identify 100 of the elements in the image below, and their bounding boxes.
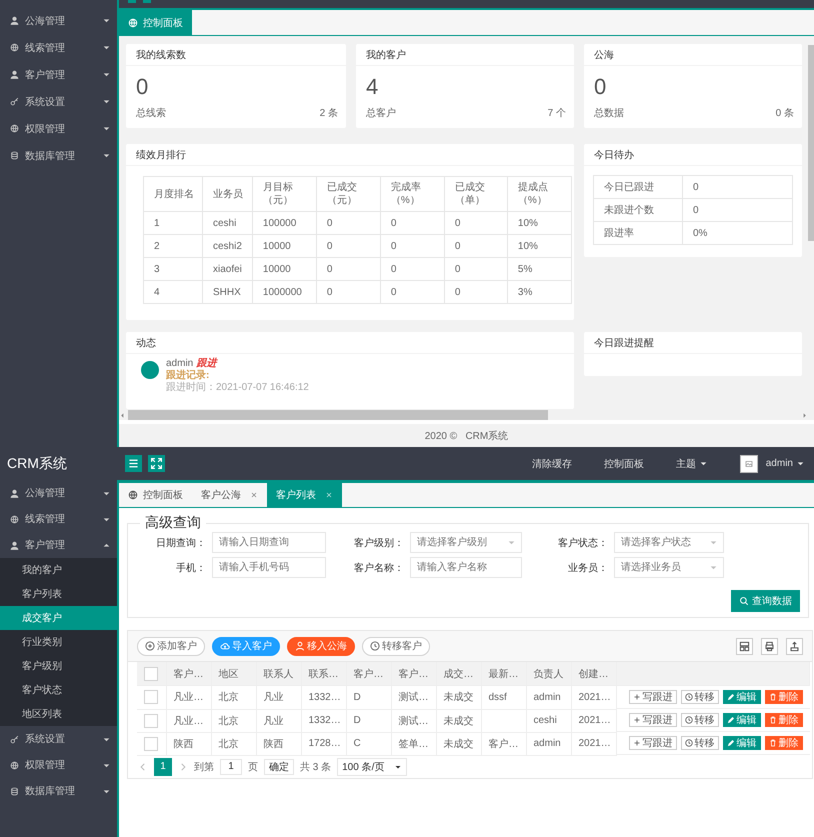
columns-icon xyxy=(739,640,750,652)
confirm-button[interactable]: 确定 xyxy=(264,758,294,774)
table-cell: 2021… xyxy=(578,738,611,749)
activity-user: admin xyxy=(166,358,194,369)
row-checkbox[interactable] xyxy=(144,690,158,704)
submenu-item[interactable]: 客户级别 xyxy=(0,654,117,678)
toolbar-button[interactable]: 转移客户 xyxy=(362,636,430,656)
user-menu[interactable]: admin xyxy=(766,458,805,469)
sidebar-item[interactable]: 系统设置 xyxy=(0,726,117,752)
tab[interactable]: 控制面板 xyxy=(119,10,192,35)
row-action-button[interactable]: 编辑 xyxy=(722,736,760,750)
submenu-item[interactable]: 我的客户 xyxy=(0,558,117,582)
select-field[interactable]: 请选择客户状态 xyxy=(614,532,724,553)
trash-icon xyxy=(768,739,776,747)
search-button[interactable]: 查询数据 xyxy=(731,590,800,612)
row-action-button[interactable]: 转移 xyxy=(680,690,718,704)
sidebar-item[interactable]: 权限管理 xyxy=(0,115,117,142)
menu-button[interactable] xyxy=(125,455,142,472)
column-header[interactable]: 联系… xyxy=(301,662,346,686)
submenu-item[interactable]: 行业类别 xyxy=(0,630,117,654)
panel-title: 高级查询 xyxy=(144,514,202,532)
column-header: 业务员 xyxy=(202,176,252,212)
select-field[interactable]: 请选择客户级别 xyxy=(410,532,522,553)
sidebar-item[interactable]: 数据库管理 xyxy=(0,142,117,169)
table-cell: ceshi xyxy=(534,715,557,726)
column-header[interactable]: 负责人 xyxy=(526,662,571,686)
select-all-checkbox[interactable] xyxy=(144,666,158,680)
scroll-left-icon[interactable] xyxy=(119,412,126,418)
avatar-placeholder[interactable] xyxy=(740,454,758,472)
nav-link[interactable]: 主题 xyxy=(676,456,708,470)
tab[interactable]: 控制面板 xyxy=(119,483,192,507)
sidebar-item[interactable]: 数据库管理 xyxy=(0,778,117,804)
sidebar-item[interactable]: 客户管理 xyxy=(0,532,117,558)
plus-icon xyxy=(632,716,640,724)
submenu-item[interactable]: 地区列表 xyxy=(0,702,117,726)
column-header[interactable]: 客户… xyxy=(346,662,391,686)
page-input[interactable]: 1 xyxy=(220,758,242,774)
input-field[interactable]: 请输入手机号码 xyxy=(212,557,326,578)
row-checkbox[interactable] xyxy=(144,714,158,728)
page-size-select[interactable]: 100 条/页 xyxy=(337,758,408,776)
search-icon xyxy=(739,596,749,606)
submenu-item[interactable]: 客户状态 xyxy=(0,678,117,702)
column-header[interactable]: 创建… xyxy=(571,662,616,686)
sidebar-item[interactable]: 公海管理 xyxy=(0,480,117,506)
sidebar-item[interactable]: 线索管理 xyxy=(0,34,117,61)
scroll-right-icon[interactable] xyxy=(801,412,808,418)
column-header[interactable]: 成交… xyxy=(436,662,481,686)
key-icon xyxy=(10,97,19,106)
globe-icon xyxy=(10,514,19,524)
stat-count: 0 条 xyxy=(776,107,794,120)
stat-value: 0 xyxy=(135,73,150,99)
column-header[interactable]: 客户… xyxy=(391,662,436,686)
tab[interactable]: 客户公海 xyxy=(192,483,267,507)
row-checkbox[interactable] xyxy=(144,736,158,750)
column-header[interactable]: 客户… xyxy=(166,662,211,686)
globe-icon xyxy=(10,43,19,52)
row-action-button[interactable]: 转移 xyxy=(680,713,718,727)
clock-icon xyxy=(684,716,692,724)
table-cell: 陕西 xyxy=(264,738,284,750)
sidebar-item[interactable]: 客户管理 xyxy=(0,61,117,88)
page-button[interactable]: 1 xyxy=(154,758,172,776)
select-field[interactable]: 请选择业务员 xyxy=(614,557,724,578)
table-cell: 未跟进个数 xyxy=(594,198,682,222)
column-header[interactable]: 联系人 xyxy=(256,662,301,686)
nav-link[interactable]: 清除缓存 xyxy=(532,456,572,470)
pencil-icon xyxy=(726,716,734,724)
nav-link[interactable]: 控制面板 xyxy=(604,456,644,470)
stat-value: 0 xyxy=(593,73,608,99)
toolbar-button[interactable]: 添加客户 xyxy=(137,636,205,656)
vertical-scrollbar[interactable] xyxy=(808,45,814,241)
total-count: 共 3 条 xyxy=(300,760,332,774)
submenu-item[interactable]: 成交客户 xyxy=(0,606,117,630)
sidebar-item[interactable]: 线索管理 xyxy=(0,506,117,532)
print-button[interactable] xyxy=(761,638,778,654)
input-field[interactable]: 请输入客户名称 xyxy=(410,557,522,578)
sidebar-item[interactable]: 权限管理 xyxy=(0,752,117,778)
field-label: 客户级别： xyxy=(353,536,404,550)
sidebar-item[interactable]: 公海管理 xyxy=(0,7,117,34)
horizontal-scrollbar[interactable] xyxy=(128,410,548,420)
row-action-button[interactable]: 写跟进 xyxy=(628,690,676,704)
row-action-button[interactable]: 编辑 xyxy=(722,713,760,727)
trash-icon xyxy=(768,716,776,724)
column-header[interactable]: 地区 xyxy=(211,662,256,686)
row-action-button[interactable]: 转移 xyxy=(680,736,718,750)
table-cell: 未成交 xyxy=(444,692,474,704)
sidebar-item[interactable]: 系统设置 xyxy=(0,88,117,115)
row-action-button[interactable]: 编辑 xyxy=(722,690,760,704)
table-cell: ceshi xyxy=(202,212,252,234)
table-cell: 4 xyxy=(144,280,202,304)
close-icon[interactable] xyxy=(250,491,258,499)
column-header[interactable]: 最新… xyxy=(481,662,526,686)
table-cell: 凡业… xyxy=(174,716,204,726)
tab[interactable]: 客户列表 xyxy=(267,483,342,507)
export-button[interactable] xyxy=(786,638,803,654)
columns-button[interactable] xyxy=(736,638,753,654)
input-field[interactable]: 请输入日期查询 xyxy=(212,532,326,553)
field-label: 日期查询： xyxy=(155,536,206,550)
row-action-button[interactable]: 写跟进 xyxy=(628,713,676,727)
submenu-item[interactable]: 客户列表 xyxy=(0,582,117,606)
row-action-button[interactable]: 写跟进 xyxy=(628,736,676,750)
